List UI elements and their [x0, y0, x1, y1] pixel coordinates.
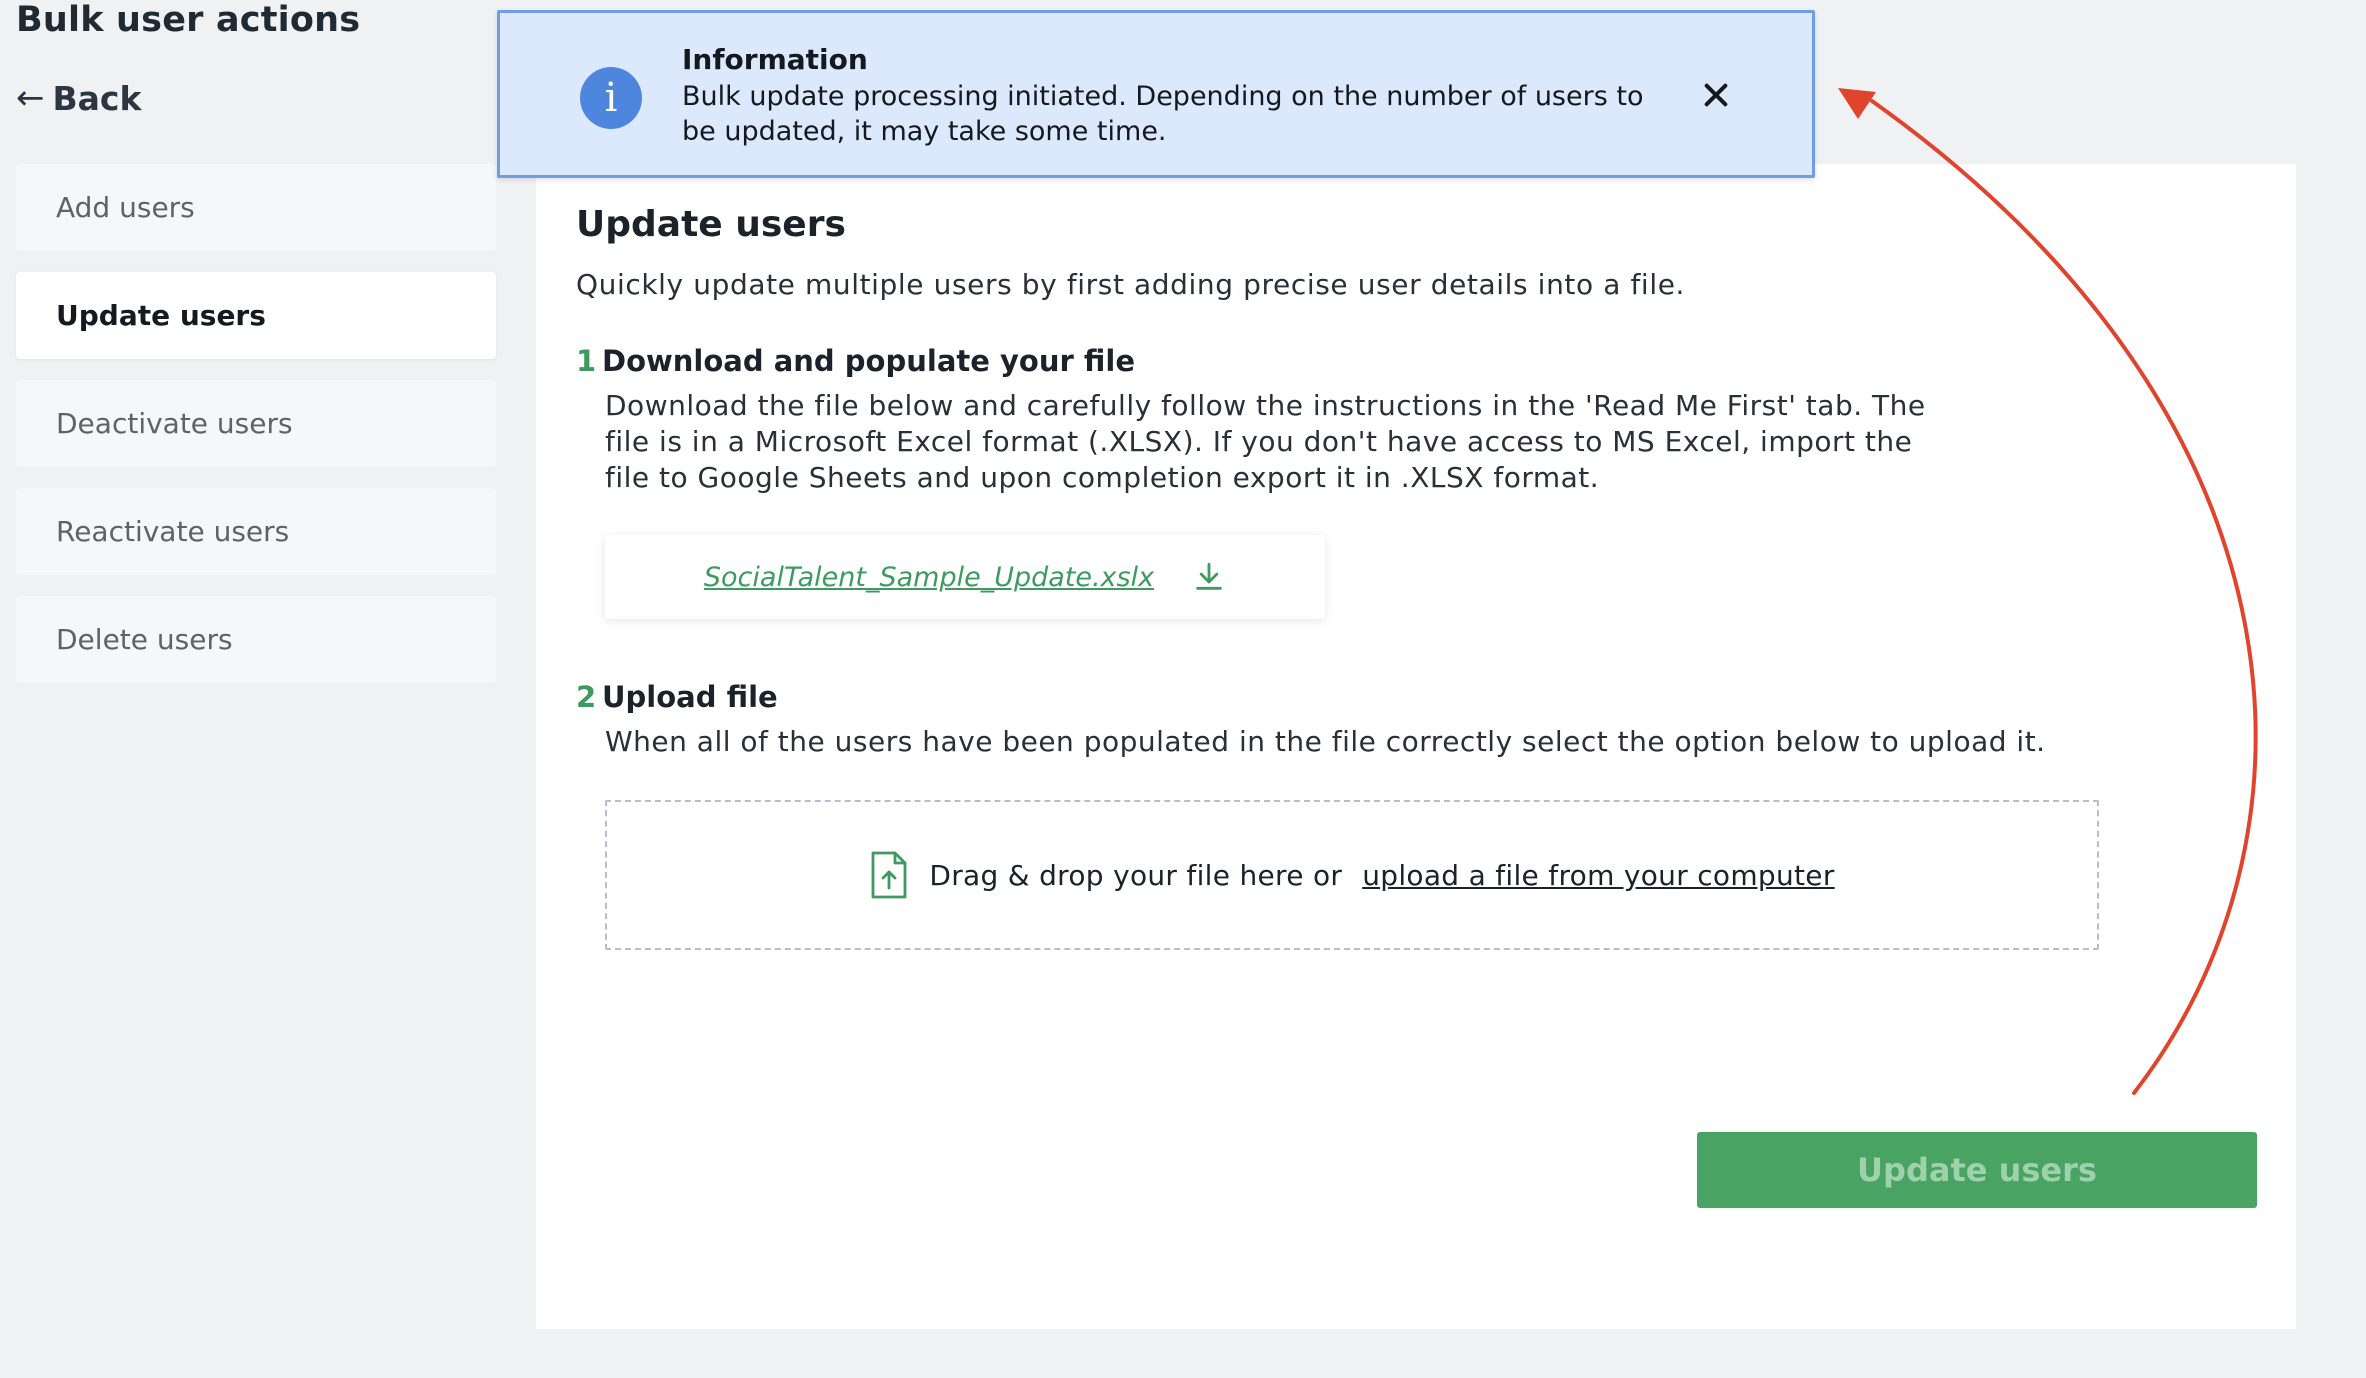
step-number: 1 [576, 344, 597, 378]
step-title: Download and populate your file [602, 344, 1135, 378]
sidebar-item-reactivate-users[interactable]: Reactivate users [16, 488, 496, 575]
arrow-left-icon: ← [16, 78, 45, 118]
sidebar-item-label: Reactivate users [56, 515, 290, 548]
sidebar-item-label: Add users [56, 191, 195, 224]
step-body: When all of the users have been populate… [605, 725, 2046, 758]
download-file-card: SocialTalent_Sample_Update.xslx [605, 535, 1325, 619]
file-upload-icon [871, 851, 907, 899]
info-toast: i Information Bulk update processing ini… [497, 10, 1815, 178]
step-download: 1 Download and populate your file [576, 344, 1135, 378]
step-upload: 2 Upload file [576, 680, 778, 714]
update-users-button[interactable]: Update users [1697, 1132, 2257, 1208]
sidebar-item-update-users[interactable]: Update users [16, 272, 496, 359]
info-icon: i [580, 67, 642, 129]
back-link[interactable]: ← Back [16, 78, 141, 118]
step-body: Download the file below and carefully fo… [605, 389, 1926, 494]
sidebar-item-add-users[interactable]: Add users [16, 164, 496, 251]
main-card: Update users Quickly update multiple use… [536, 164, 2296, 1329]
sidebar-item-label: Deactivate users [56, 407, 293, 440]
download-file-link[interactable]: SocialTalent_Sample_Update.xslx [704, 562, 1154, 593]
step-number: 2 [576, 680, 597, 714]
sidebar-item-deactivate-users[interactable]: Deactivate users [16, 380, 496, 467]
toast-message: Bulk update processing initiated. Depend… [682, 81, 1644, 147]
step-title: Upload file [602, 680, 778, 714]
download-icon[interactable] [1192, 560, 1226, 594]
file-dropzone[interactable]: Drag & drop your file here or upload a f… [605, 800, 2099, 950]
sidebar: Add users Update users Deactivate users … [16, 164, 496, 704]
close-icon[interactable] [1700, 79, 1732, 111]
section-description: Quickly update multiple users by first a… [576, 268, 1686, 301]
sidebar-item-label: Update users [56, 299, 266, 332]
toast-title: Information [682, 43, 868, 76]
back-label: Back [52, 78, 142, 118]
page: Bulk user actions ← Back Add users Updat… [0, 0, 2366, 1378]
sidebar-item-delete-users[interactable]: Delete users [16, 596, 496, 683]
page-title: Bulk user actions [16, 0, 361, 40]
upload-file-link[interactable]: upload a file from your computer [1362, 859, 1834, 892]
dropzone-text: Drag & drop your file here or [929, 858, 1343, 892]
section-title: Update users [576, 204, 846, 245]
sidebar-item-label: Delete users [56, 623, 233, 656]
